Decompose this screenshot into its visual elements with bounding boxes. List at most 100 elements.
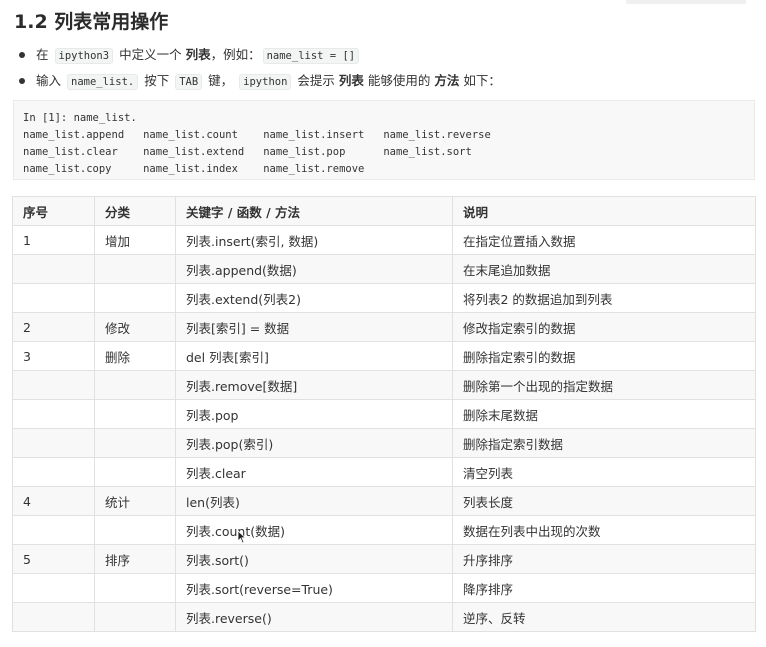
code-block[interactable]: In [1]: name_list. name_list.append name… (13, 100, 755, 180)
table-row: 列表.append(数据) 在末尾追加数据 (12, 254, 756, 284)
bullet-list: 在 ipython3 中定义一个 列表，例如： name_list = [] 输入… (14, 44, 501, 96)
cell-index (12, 515, 95, 545)
bullet-text: 如下： (463, 73, 501, 88)
cell-index (12, 399, 95, 429)
cell-method: 列表.count(数据) (175, 515, 453, 545)
cell-index: 2 (12, 312, 95, 342)
cell-method: 列表[索引] = 数据 (175, 312, 453, 342)
cell-index (12, 283, 95, 313)
cell-description: 删除指定索引数据 (452, 428, 756, 458)
cell-category (94, 428, 176, 458)
top-right-fade (626, 0, 746, 4)
bullet-text: 按下 (144, 73, 170, 88)
bullet-text: 中定义一个 (119, 47, 182, 62)
cell-description: 降序排序 (452, 573, 756, 603)
section-heading: 1.2 列表常用操作 (14, 11, 169, 33)
cell-category (94, 602, 176, 632)
table-row: 列表.remove[数据] 删除第一个出现的指定数据 (12, 370, 756, 400)
cell-method: 列表.sort() (175, 544, 453, 574)
list-operations-table: 序号 分类 关键字 / 函数 / 方法 说明 1 增加 列表.insert(索引, … (12, 196, 756, 632)
cell-method: len(列表) (175, 486, 453, 516)
cell-category: 排序 (94, 544, 176, 574)
header-method: 关键字 / 函数 / 方法 (175, 196, 453, 226)
bullet-text: 能够使用的 (367, 73, 431, 88)
cell-description: 删除末尾数据 (452, 399, 756, 429)
cell-description: 在末尾追加数据 (452, 254, 756, 284)
table-row: 列表.extend(列表2) 将列表2 的数据追加到列表 (12, 283, 756, 313)
table-row: 列表.pop(索引) 删除指定索引数据 (12, 428, 756, 458)
bullet-text: ，例如： (210, 47, 261, 62)
header-description: 说明 (452, 196, 756, 226)
table-row: 2 修改 列表[索引] = 数据 修改指定索引的数据 (12, 312, 756, 342)
cell-index (12, 457, 95, 487)
inline-code: ipython (239, 74, 292, 90)
cell-method: 列表.append(数据) (175, 254, 453, 284)
cell-method: 列表.remove[数据] (175, 370, 453, 400)
cell-method: 列表.sort(reverse=True) (175, 573, 453, 603)
cell-category (94, 254, 176, 284)
cell-description: 将列表2 的数据追加到列表 (452, 283, 756, 313)
cell-category (94, 283, 176, 313)
bullet-text: 在 (36, 47, 49, 62)
bold-term: 列表 (338, 73, 364, 88)
cell-index (12, 602, 95, 632)
table-row: 3 删除 del 列表[索引] 删除指定索引的数据 (12, 341, 756, 371)
inline-code: ipython3 (54, 48, 114, 64)
bold-term: 方法 (434, 73, 460, 88)
table-row: 列表.clear 清空列表 (12, 457, 756, 487)
bullet-item-define: 在 ipython3 中定义一个 列表，例如： name_list = [] (14, 44, 501, 70)
bold-term: 列表 (185, 47, 211, 62)
cell-index: 4 (12, 486, 95, 516)
cell-description: 清空列表 (452, 457, 756, 487)
inline-code: name_list = [] (262, 48, 360, 64)
header-index: 序号 (12, 196, 95, 226)
cell-description: 升序排序 (452, 544, 756, 574)
table-row: 5 排序 列表.sort() 升序排序 (12, 544, 756, 574)
cell-description: 修改指定索引的数据 (452, 312, 756, 342)
cell-category: 删除 (94, 341, 176, 371)
table-row: 列表.count(数据) 数据在列表中出现的次数 (12, 515, 756, 545)
cell-index (12, 254, 95, 284)
cell-method: 列表.pop (175, 399, 453, 429)
inline-code: name_list. (67, 74, 139, 90)
cell-description: 数据在列表中出现的次数 (452, 515, 756, 545)
cell-description: 逆序、反转 (452, 602, 756, 632)
bullet-item-tab: 输入 name_list. 按下 TAB 键， ipython 会提示 列表 能… (14, 70, 501, 96)
cell-index: 3 (12, 341, 95, 371)
table-row: 列表.sort(reverse=True) 降序排序 (12, 573, 756, 603)
cell-method: 列表.extend(列表2) (175, 283, 453, 313)
cell-description: 删除指定索引的数据 (452, 341, 756, 371)
cell-category (94, 399, 176, 429)
cell-index: 1 (12, 225, 95, 255)
cell-category (94, 370, 176, 400)
bullet-text: 会提示 (297, 73, 335, 88)
cell-method: 列表.reverse() (175, 602, 453, 632)
table-header-row: 序号 分类 关键字 / 函数 / 方法 说明 (12, 196, 756, 226)
mouse-cursor-icon (237, 530, 247, 544)
cell-method: 列表.insert(索引, 数据) (175, 225, 453, 255)
cell-category (94, 515, 176, 545)
inline-code: TAB (175, 74, 203, 90)
cell-index (12, 428, 95, 458)
table-row: 列表.reverse() 逆序、反转 (12, 602, 756, 632)
bullet-text: 键， (208, 73, 234, 88)
cell-method: 列表.pop(索引) (175, 428, 453, 458)
cell-category: 增加 (94, 225, 176, 255)
cell-description: 删除第一个出现的指定数据 (452, 370, 756, 400)
cell-description: 列表长度 (452, 486, 756, 516)
table-body: 1 增加 列表.insert(索引, 数据) 在指定位置插入数据 列表.append(数… (12, 225, 756, 632)
table-row: 1 增加 列表.insert(索引, 数据) 在指定位置插入数据 (12, 225, 756, 255)
header-category: 分类 (94, 196, 176, 226)
table-row: 列表.pop 删除末尾数据 (12, 399, 756, 429)
cell-method: 列表.clear (175, 457, 453, 487)
cell-category (94, 457, 176, 487)
cell-index: 5 (12, 544, 95, 574)
cell-method: del 列表[索引] (175, 341, 453, 371)
bullet-text: 输入 (36, 73, 62, 88)
table-row: 4 统计 len(列表) 列表长度 (12, 486, 756, 516)
cell-category (94, 573, 176, 603)
cell-description: 在指定位置插入数据 (452, 225, 756, 255)
cell-category: 统计 (94, 486, 176, 516)
cell-category: 修改 (94, 312, 176, 342)
cell-index (12, 573, 95, 603)
